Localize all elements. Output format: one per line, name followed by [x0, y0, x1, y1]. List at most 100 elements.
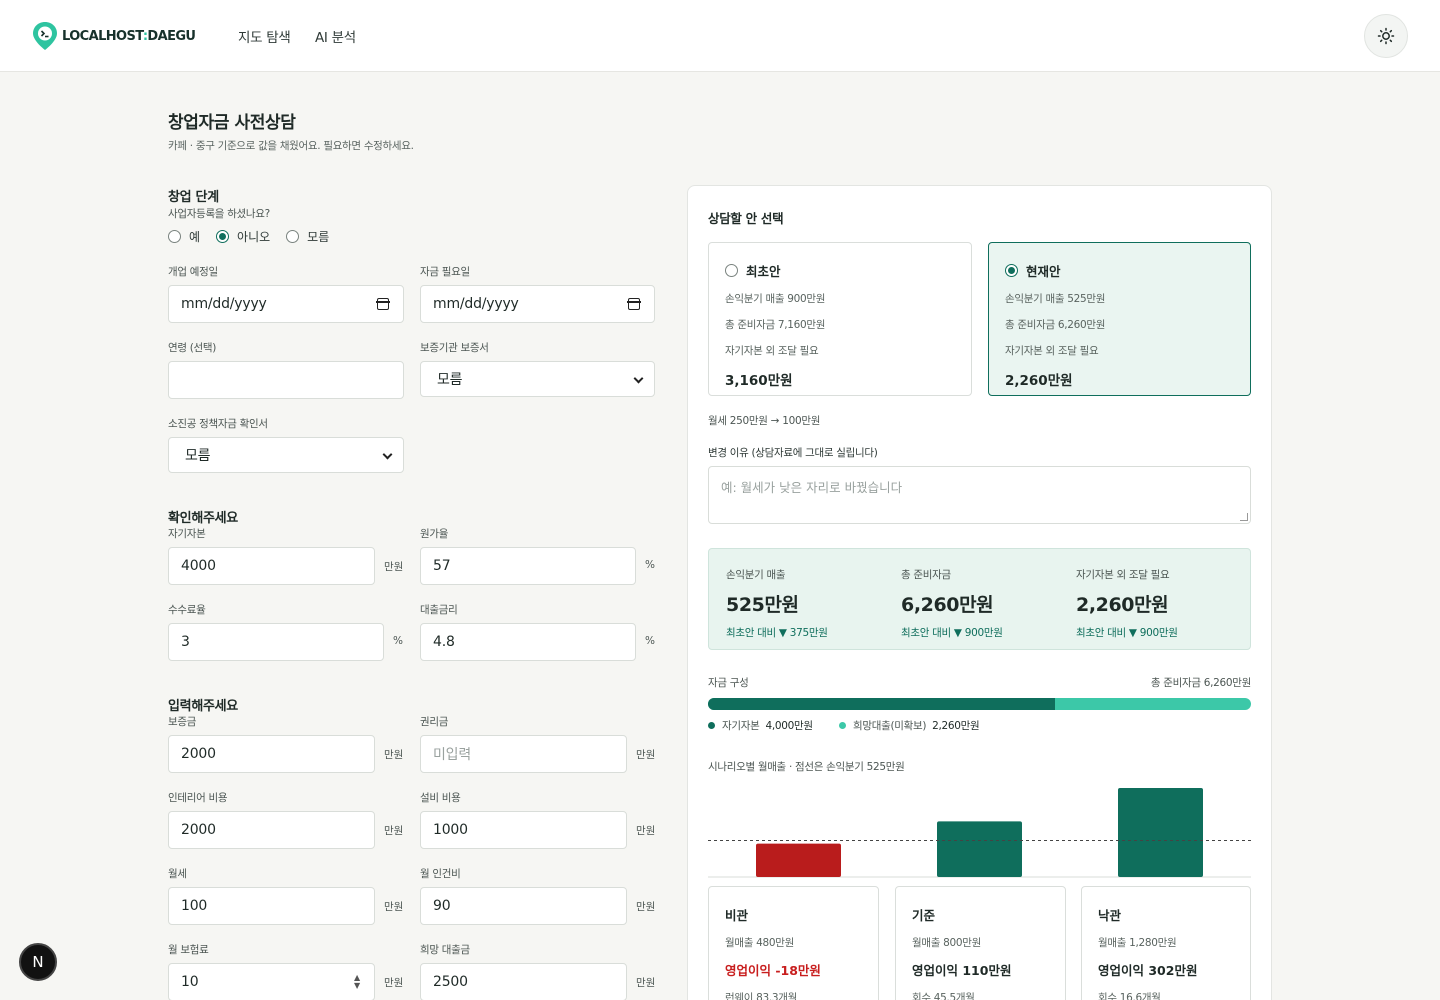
equipment-label: 설비 비용 [420, 792, 461, 804]
cost-rate-input[interactable]: 57 [420, 547, 636, 585]
plan-card-current[interactable]: 현재안 손익분기 매출 525만원 총 준비자금 6,260만원 자기자본 외 … [988, 242, 1251, 396]
guarantee-select[interactable]: 모름 [420, 361, 655, 397]
stepper-icon[interactable]: ▲ ▼ [354, 974, 360, 990]
open-date-input[interactable]: mm/dd/yyyy [168, 285, 404, 323]
own-capital-label: 자기자본 [168, 528, 206, 540]
plan-need-label: 자기자본 외 조달 필요 [1005, 345, 1099, 357]
labor-label: 월 인건비 [420, 868, 461, 880]
deposit-label: 보증금 [168, 716, 197, 728]
policy-select[interactable]: 모름 [168, 437, 404, 473]
plan-total: 총 준비자금 6,260만원 [1005, 319, 1106, 331]
scenario-card-base: 기준 월매출 800만원 영업이익 110만원 회수 45.5개월 [895, 886, 1066, 1000]
equipment-input[interactable]: 1000 [420, 811, 627, 849]
premium-label: 권리금 [420, 716, 449, 728]
own-capital-input[interactable]: 4000 [168, 547, 375, 585]
unit-label: 만원 [636, 977, 656, 989]
unit-label: 만원 [636, 825, 656, 837]
plan-panel-title: 상담할 안 선택 [708, 211, 784, 226]
plan-card-initial[interactable]: 최초안 손익분기 매출 900만원 총 준비자금 7,160만원 자기자본 외 … [708, 242, 972, 396]
insurance-label: 월 보험료 [168, 944, 209, 956]
rent-label: 월세 [168, 868, 187, 880]
radio-no[interactable]: 아니오 [216, 228, 270, 245]
section-title-input: 입력해주세요 [168, 699, 238, 714]
summary-box: 손익분기 매출 525만원 최초안 대비 ▼ 375만원 총 준비자금 6,26… [708, 548, 1251, 650]
unit-label: 만원 [384, 901, 404, 913]
summary-breakeven: 손익분기 매출 525만원 최초안 대비 ▼ 375만원 [726, 569, 828, 639]
loan-label: 희망 대출금 [420, 944, 470, 956]
plan-need-amount: 2,260만원 [1005, 373, 1073, 389]
nav-map-explore[interactable]: 지도 탐색 [238, 26, 291, 46]
loan-rate-input[interactable]: 4.8 [420, 623, 636, 661]
fee-label: 수수료율 [168, 604, 206, 616]
unit-label: % [645, 635, 655, 647]
age-label: 연령 (선택) [168, 342, 217, 354]
radio-yes[interactable]: 예 [168, 228, 200, 245]
unit-label: 만원 [636, 749, 656, 761]
scenario-card-optimistic: 낙관 월매출 1,280만원 영업이익 302만원 회수 16.6개월 [1081, 886, 1251, 1000]
radio-unknown[interactable]: 모름 [286, 228, 329, 245]
radio-current[interactable] [1005, 264, 1018, 277]
chart-bar-비관 [756, 843, 841, 877]
plan-need-label: 자기자본 외 조달 필요 [725, 345, 819, 357]
fund-date-input[interactable]: mm/dd/yyyy [420, 285, 655, 323]
deposit-input[interactable]: 2000 [168, 735, 375, 773]
interior-input[interactable]: 2000 [168, 811, 375, 849]
reason-label: 변경 이유 (상담자료에 그대로 실립니다) [708, 447, 878, 459]
plan-breakeven: 손익분기 매출 525만원 [1005, 293, 1106, 305]
funding-title: 자금 구성 [708, 677, 749, 689]
insurance-input[interactable]: 10 ▲ ▼ [168, 963, 375, 1000]
loan-input[interactable]: 2500 [420, 963, 627, 1000]
scenario-bar-chart [708, 787, 1251, 878]
change-note: 월세 250만원 → 100만원 [708, 415, 821, 427]
reason-textarea[interactable]: 예: 월세가 낮은 자리로 바꿨습니다 [708, 466, 1251, 524]
unit-label: 만원 [384, 749, 404, 761]
unit-label: % [645, 559, 655, 571]
labor-input[interactable]: 90 [420, 887, 627, 925]
chart-bar-기준 [937, 821, 1022, 877]
unit-label: 만원 [636, 901, 656, 913]
section-title-confirm: 확인해주세요 [168, 511, 238, 526]
chevron-down-icon [633, 373, 644, 384]
section-title-stage: 창업 단계 [168, 190, 219, 205]
theme-toggle-button[interactable] [1364, 14, 1408, 58]
logo-pin-icon [33, 22, 57, 50]
chart-title: 시나리오별 월매출 · 점선은 손익분기 525만원 [708, 761, 905, 773]
radio-initial[interactable] [725, 264, 738, 277]
top-header: LOCALHOST:DAEGU 지도 탐색 AI 분석 [0, 0, 1440, 72]
resize-handle-icon[interactable] [1240, 513, 1248, 521]
logo[interactable]: LOCALHOST:DAEGU [32, 20, 196, 52]
chevron-down-icon [382, 449, 393, 460]
plan-need-amount: 3,160만원 [725, 373, 793, 389]
summary-need: 자기자본 외 조달 필요 2,260만원 최초안 대비 ▼ 900만원 [1076, 569, 1178, 639]
legend-loan: 희망대출(미확보) 2,260만원 [839, 718, 980, 733]
calendar-icon[interactable] [627, 298, 641, 310]
open-date-label: 개업 예정일 [168, 266, 218, 278]
registration-radio-group: 예 아니오 모름 [168, 228, 345, 245]
funding-total: 총 준비자금 6,260만원 [1150, 677, 1251, 689]
page-subtitle: 카페 · 중구 기준으로 값을 채웠어요. 필요하면 수정하세요. [168, 140, 414, 152]
registration-question: 사업자등록을 하셨나요? [168, 208, 270, 220]
unit-label: 만원 [384, 825, 404, 837]
fee-input[interactable]: 3 [168, 623, 384, 661]
interior-label: 인테리어 비용 [168, 792, 228, 804]
nav-ai-analysis[interactable]: AI 분석 [315, 26, 356, 46]
premium-input[interactable]: 미입력 [420, 735, 627, 773]
funding-bar-own-fill [708, 698, 1055, 710]
summary-total: 총 준비자금 6,260만원 최초안 대비 ▼ 900만원 [901, 569, 1003, 639]
dev-badge-button[interactable]: N [19, 943, 57, 981]
calendar-icon[interactable] [376, 298, 390, 310]
unit-label: 만원 [384, 561, 404, 573]
fund-date-label: 자금 필요일 [420, 266, 470, 278]
policy-label: 소진공 정책자금 확인서 [168, 418, 268, 430]
cost-rate-label: 원가율 [420, 528, 449, 540]
plan-total: 총 준비자금 7,160만원 [725, 319, 826, 331]
age-input[interactable] [168, 361, 404, 399]
loan-rate-label: 대출금리 [420, 604, 458, 616]
rent-input[interactable]: 100 [168, 887, 375, 925]
plan-breakeven: 손익분기 매출 900만원 [725, 293, 826, 305]
sun-icon [1377, 27, 1395, 45]
guarantee-label: 보증기관 보증서 [420, 342, 489, 354]
page-title: 창업자금 사전상담 [168, 113, 296, 133]
chart-bar-낙관 [1118, 787, 1203, 877]
unit-label: % [393, 635, 403, 647]
